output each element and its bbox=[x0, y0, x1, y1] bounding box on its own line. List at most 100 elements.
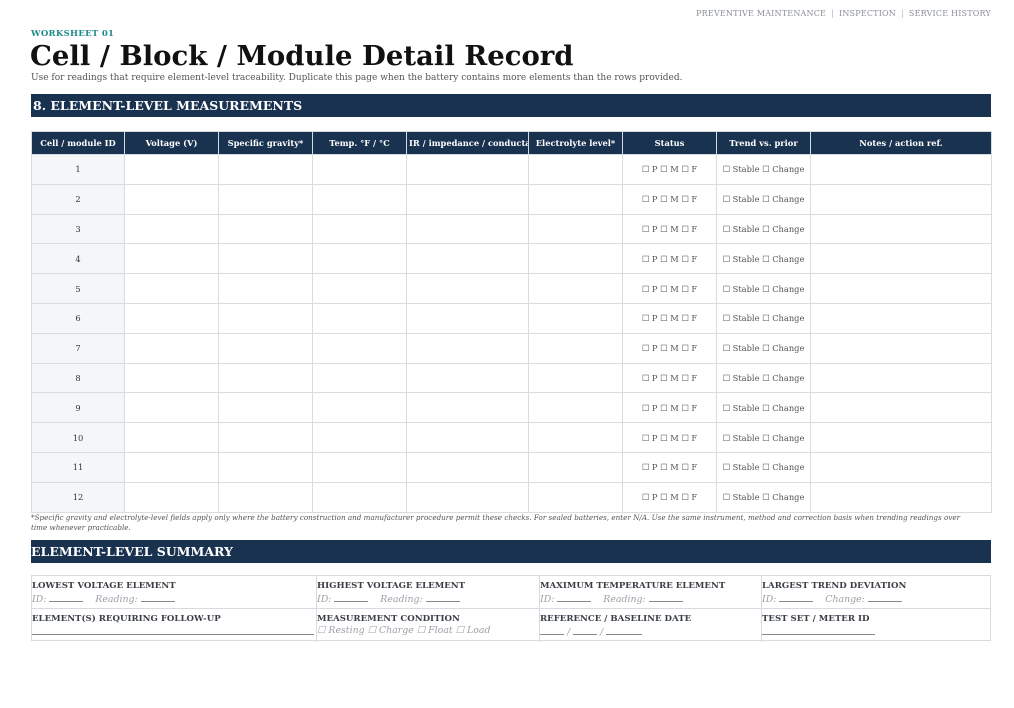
specific-gravity-input[interactable] bbox=[218, 154, 313, 185]
specific-gravity-input[interactable] bbox=[218, 362, 313, 394]
temperature-input[interactable] bbox=[312, 154, 407, 185]
impedance-input[interactable] bbox=[406, 243, 529, 275]
electrolyte-level-input[interactable] bbox=[528, 243, 623, 275]
highest-voltage-reading-input[interactable] bbox=[425, 592, 460, 602]
status-checkboxes[interactable]: ☐ P ☐ M ☐ F bbox=[622, 273, 717, 304]
temperature-input[interactable] bbox=[312, 392, 407, 424]
specific-gravity-input[interactable] bbox=[218, 183, 313, 215]
nav-link-service-history[interactable]: SERVICE HISTORY bbox=[909, 9, 991, 18]
trend-checkboxes[interactable]: ☐ Stable ☐ Change bbox=[716, 481, 811, 513]
trend-checkboxes[interactable]: ☐ Stable ☐ Change bbox=[716, 154, 811, 185]
electrolyte-level-input[interactable] bbox=[528, 451, 623, 483]
electrolyte-level-input[interactable] bbox=[528, 392, 623, 424]
status-checkboxes[interactable]: ☐ P ☐ M ☐ F bbox=[622, 302, 717, 334]
max-temperature-id-input[interactable] bbox=[557, 592, 592, 602]
condition-option-float[interactable]: ☐ Float bbox=[417, 625, 453, 636]
electrolyte-level-input[interactable] bbox=[528, 481, 623, 513]
impedance-input[interactable] bbox=[406, 362, 529, 394]
trend-checkboxes[interactable]: ☐ Stable ☐ Change bbox=[716, 362, 811, 394]
notes-input[interactable] bbox=[810, 362, 992, 394]
status-checkboxes[interactable]: ☐ P ☐ M ☐ F bbox=[622, 243, 717, 275]
notes-input[interactable] bbox=[810, 243, 992, 275]
nav-link-preventive-maintenance[interactable]: PREVENTIVE MAINTENANCE bbox=[696, 9, 826, 18]
trend-checkboxes[interactable]: ☐ Stable ☐ Change bbox=[716, 243, 811, 275]
status-checkboxes[interactable]: ☐ P ☐ M ☐ F bbox=[622, 481, 717, 513]
voltage-input[interactable] bbox=[124, 451, 219, 483]
notes-input[interactable] bbox=[810, 213, 992, 245]
temperature-input[interactable] bbox=[312, 273, 407, 304]
status-checkboxes[interactable]: ☐ P ☐ M ☐ F bbox=[622, 332, 717, 364]
largest-trend-change-input[interactable] bbox=[867, 592, 902, 602]
impedance-input[interactable] bbox=[406, 392, 529, 424]
voltage-input[interactable] bbox=[124, 154, 219, 185]
voltage-input[interactable] bbox=[124, 273, 219, 304]
follow-up-input[interactable] bbox=[32, 625, 314, 635]
trend-checkboxes[interactable]: ☐ Stable ☐ Change bbox=[716, 392, 811, 424]
notes-input[interactable] bbox=[810, 183, 992, 215]
reference-date-month-input[interactable] bbox=[540, 625, 564, 635]
trend-checkboxes[interactable]: ☐ Stable ☐ Change bbox=[716, 451, 811, 483]
electrolyte-level-input[interactable] bbox=[528, 273, 623, 304]
notes-input[interactable] bbox=[810, 273, 992, 304]
impedance-input[interactable] bbox=[406, 302, 529, 334]
specific-gravity-input[interactable] bbox=[218, 422, 313, 453]
status-checkboxes[interactable]: ☐ P ☐ M ☐ F bbox=[622, 392, 717, 424]
impedance-input[interactable] bbox=[406, 451, 529, 483]
impedance-input[interactable] bbox=[406, 213, 529, 245]
status-checkboxes[interactable]: ☐ P ☐ M ☐ F bbox=[622, 362, 717, 394]
trend-checkboxes[interactable]: ☐ Stable ☐ Change bbox=[716, 422, 811, 453]
specific-gravity-input[interactable] bbox=[218, 332, 313, 364]
voltage-input[interactable] bbox=[124, 183, 219, 215]
trend-checkboxes[interactable]: ☐ Stable ☐ Change bbox=[716, 332, 811, 364]
specific-gravity-input[interactable] bbox=[218, 302, 313, 334]
temperature-input[interactable] bbox=[312, 362, 407, 394]
voltage-input[interactable] bbox=[124, 243, 219, 275]
specific-gravity-input[interactable] bbox=[218, 392, 313, 424]
test-set-input[interactable] bbox=[762, 625, 875, 635]
temperature-input[interactable] bbox=[312, 422, 407, 453]
lowest-voltage-reading-input[interactable] bbox=[140, 592, 175, 602]
voltage-input[interactable] bbox=[124, 392, 219, 424]
largest-trend-id-input[interactable] bbox=[779, 592, 814, 602]
notes-input[interactable] bbox=[810, 392, 992, 424]
notes-input[interactable] bbox=[810, 481, 992, 513]
specific-gravity-input[interactable] bbox=[218, 481, 313, 513]
specific-gravity-input[interactable] bbox=[218, 273, 313, 304]
temperature-input[interactable] bbox=[312, 213, 407, 245]
status-checkboxes[interactable]: ☐ P ☐ M ☐ F bbox=[622, 183, 717, 215]
trend-checkboxes[interactable]: ☐ Stable ☐ Change bbox=[716, 213, 811, 245]
voltage-input[interactable] bbox=[124, 422, 219, 453]
notes-input[interactable] bbox=[810, 154, 992, 185]
condition-option-load[interactable]: ☐ Load bbox=[456, 625, 491, 636]
temperature-input[interactable] bbox=[312, 183, 407, 215]
electrolyte-level-input[interactable] bbox=[528, 302, 623, 334]
highest-voltage-id-input[interactable] bbox=[334, 592, 369, 602]
impedance-input[interactable] bbox=[406, 332, 529, 364]
notes-input[interactable] bbox=[810, 302, 992, 334]
trend-checkboxes[interactable]: ☐ Stable ☐ Change bbox=[716, 273, 811, 304]
impedance-input[interactable] bbox=[406, 183, 529, 215]
status-checkboxes[interactable]: ☐ P ☐ M ☐ F bbox=[622, 422, 717, 453]
impedance-input[interactable] bbox=[406, 481, 529, 513]
notes-input[interactable] bbox=[810, 332, 992, 364]
temperature-input[interactable] bbox=[312, 481, 407, 513]
status-checkboxes[interactable]: ☐ P ☐ M ☐ F bbox=[622, 154, 717, 185]
electrolyte-level-input[interactable] bbox=[528, 422, 623, 453]
status-checkboxes[interactable]: ☐ P ☐ M ☐ F bbox=[622, 451, 717, 483]
condition-option-resting[interactable]: ☐ Resting bbox=[317, 625, 365, 636]
impedance-input[interactable] bbox=[406, 154, 529, 185]
impedance-input[interactable] bbox=[406, 422, 529, 453]
specific-gravity-input[interactable] bbox=[218, 243, 313, 275]
voltage-input[interactable] bbox=[124, 302, 219, 334]
nav-link-inspection[interactable]: INSPECTION bbox=[839, 9, 896, 18]
temperature-input[interactable] bbox=[312, 302, 407, 334]
specific-gravity-input[interactable] bbox=[218, 213, 313, 245]
reference-date-day-input[interactable] bbox=[573, 625, 598, 635]
trend-checkboxes[interactable]: ☐ Stable ☐ Change bbox=[716, 302, 811, 334]
condition-option-charge[interactable]: ☐ Charge bbox=[368, 625, 414, 636]
status-checkboxes[interactable]: ☐ P ☐ M ☐ F bbox=[622, 213, 717, 245]
electrolyte-level-input[interactable] bbox=[528, 183, 623, 215]
electrolyte-level-input[interactable] bbox=[528, 332, 623, 364]
temperature-input[interactable] bbox=[312, 451, 407, 483]
electrolyte-level-input[interactable] bbox=[528, 362, 623, 394]
